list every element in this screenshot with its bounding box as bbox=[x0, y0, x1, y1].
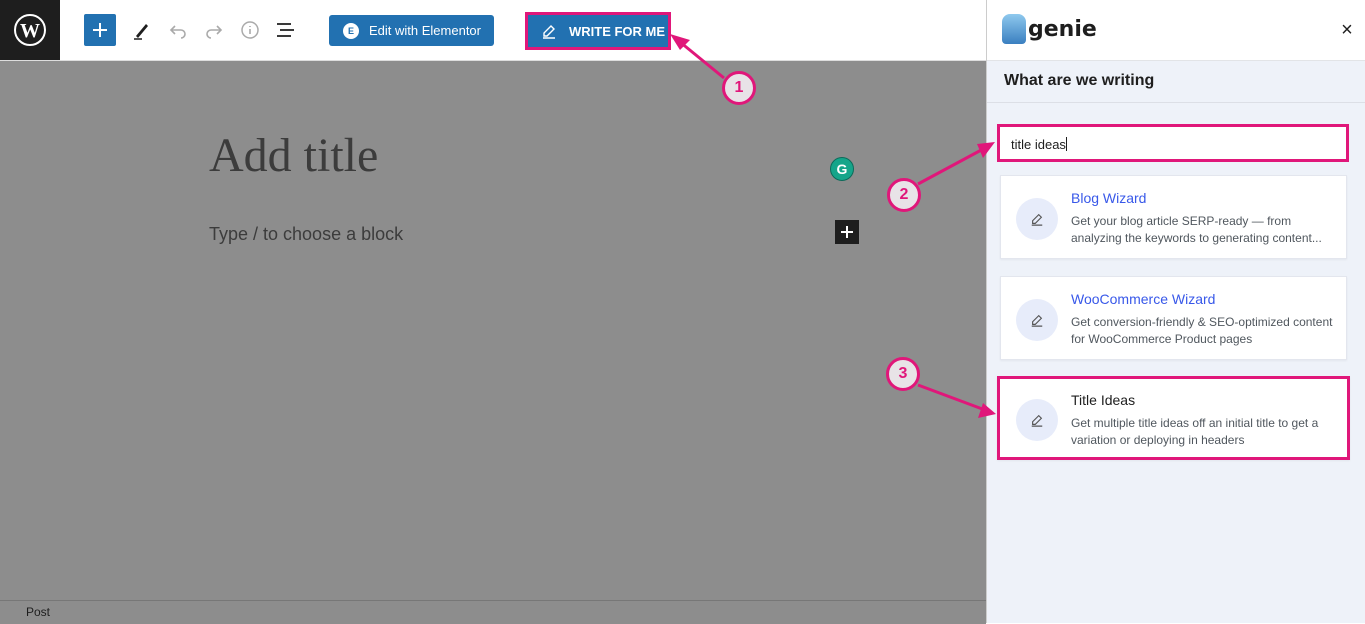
template-card-woocommerce-wizard[interactable]: WooCommerce Wizard Get conversion-friend… bbox=[1000, 276, 1347, 360]
pencil-icon bbox=[1016, 399, 1058, 441]
editor-footer bbox=[0, 600, 986, 624]
genie-logo: genie bbox=[1002, 14, 1097, 44]
undo-icon[interactable] bbox=[166, 18, 190, 42]
genie-mascot-icon bbox=[1002, 14, 1026, 44]
editor-canvas[interactable] bbox=[0, 61, 986, 623]
plus-icon bbox=[93, 23, 107, 37]
callout-3: 3 bbox=[886, 357, 920, 391]
search-input[interactable]: title ideas bbox=[997, 124, 1349, 162]
card-description: Get conversion-friendly & SEO-optimized … bbox=[1071, 315, 1333, 346]
pencil-icon bbox=[543, 25, 555, 39]
elementor-button-label: Edit with Elementor bbox=[369, 23, 481, 38]
template-card-title-ideas[interactable]: Title Ideas Get multiple title ideas off… bbox=[997, 376, 1350, 460]
pen-icon[interactable] bbox=[130, 18, 154, 42]
wordpress-logo-icon[interactable]: W bbox=[0, 0, 60, 60]
grammarly-icon[interactable]: G bbox=[830, 157, 854, 181]
edit-with-elementor-button[interactable]: E Edit with Elementor bbox=[329, 15, 494, 46]
section-title: What are we writing bbox=[1004, 72, 1155, 89]
block-inserter-button[interactable] bbox=[835, 220, 859, 244]
post-title-field[interactable]: Add title bbox=[209, 128, 378, 183]
callout-1: 1 bbox=[722, 71, 756, 105]
breadcrumb[interactable]: Post bbox=[26, 605, 50, 619]
add-block-button[interactable] bbox=[84, 14, 116, 46]
template-card-blog-wizard[interactable]: Blog Wizard Get your blog article SERP-r… bbox=[1000, 175, 1347, 259]
genie-logo-text: genie bbox=[1028, 16, 1097, 42]
callout-2: 2 bbox=[887, 178, 921, 212]
card-title[interactable]: Title Ideas bbox=[1071, 392, 1135, 408]
card-description: Get multiple title ideas off an initial … bbox=[1071, 416, 1319, 447]
redo-icon[interactable] bbox=[202, 18, 226, 42]
card-description: Get your blog article SERP-ready — from … bbox=[1071, 214, 1322, 245]
write-for-me-button[interactable]: WRITE FOR ME bbox=[525, 12, 671, 50]
search-input-value: title ideas bbox=[1011, 137, 1066, 152]
block-placeholder[interactable]: Type / to choose a block bbox=[209, 224, 403, 245]
card-title[interactable]: WooCommerce Wizard bbox=[1071, 291, 1215, 307]
svg-text:W: W bbox=[20, 20, 40, 42]
pencil-icon bbox=[1016, 198, 1058, 240]
pencil-icon bbox=[1016, 299, 1058, 341]
divider bbox=[987, 102, 1365, 103]
list-view-icon[interactable] bbox=[274, 18, 298, 42]
elementor-icon: E bbox=[343, 22, 359, 39]
card-title[interactable]: Blog Wizard bbox=[1071, 190, 1146, 206]
plus-icon bbox=[841, 226, 853, 238]
write-for-me-label: WRITE FOR ME bbox=[569, 23, 666, 39]
close-icon[interactable]: × bbox=[1337, 18, 1357, 42]
info-icon[interactable] bbox=[238, 18, 262, 42]
